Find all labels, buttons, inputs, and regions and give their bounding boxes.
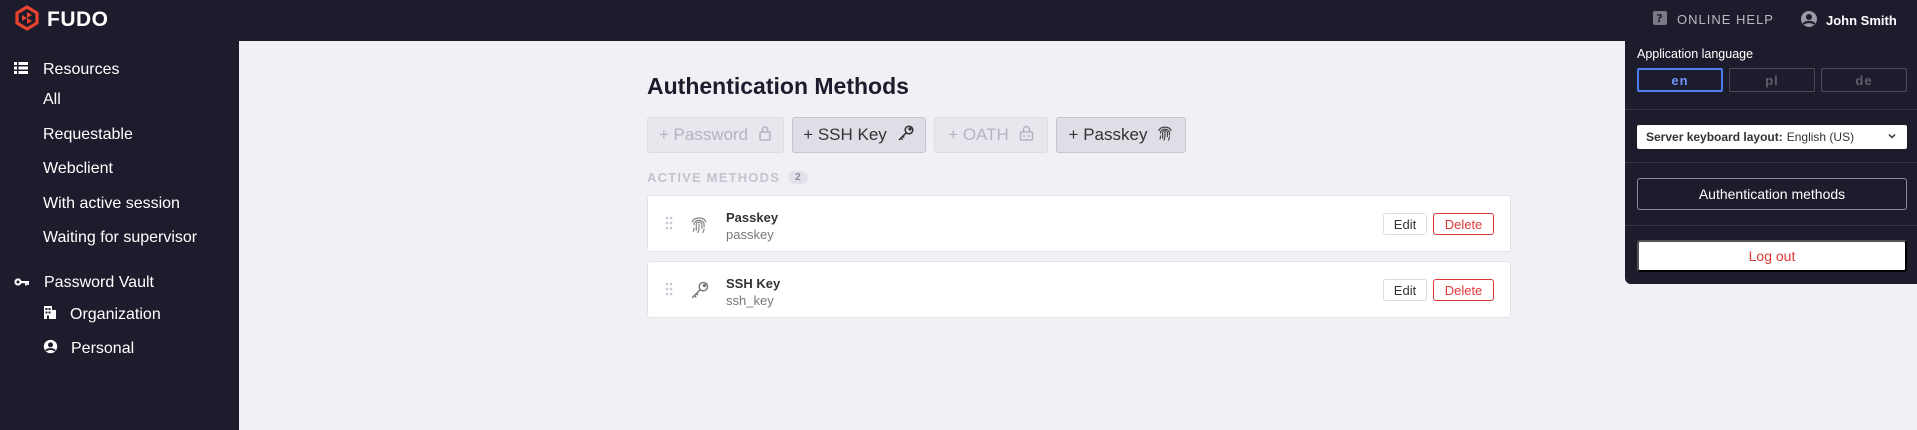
list-icon bbox=[14, 61, 28, 79]
delete-button[interactable]: Delete bbox=[1433, 279, 1494, 301]
keyboard-layout-value: English (US) bbox=[1786, 130, 1855, 144]
building-icon bbox=[43, 305, 57, 324]
key-icon bbox=[897, 124, 915, 147]
add-ssh-key-button[interactable]: + SSH Key bbox=[792, 117, 926, 153]
method-type: ssh_key bbox=[726, 293, 774, 308]
user-name: John Smith bbox=[1826, 13, 1897, 28]
method-type: passkey bbox=[726, 227, 774, 242]
method-row-ssh-key: SSH Key ssh_key Edit Delete bbox=[647, 261, 1511, 318]
svg-text:?: ? bbox=[1656, 12, 1663, 25]
fingerprint-icon bbox=[690, 214, 708, 239]
sidebar-item-requestable[interactable]: Requestable bbox=[43, 126, 133, 144]
method-row-passkey: Passkey passkey Edit Delete bbox=[647, 195, 1511, 252]
active-methods-label: ACTIVE METHODS bbox=[647, 170, 781, 185]
online-help-label: ONLINE HELP bbox=[1677, 12, 1774, 27]
keyboard-layout-label: Server keyboard layout: bbox=[1646, 130, 1783, 144]
add-password-button[interactable]: + Password bbox=[647, 117, 784, 153]
active-methods-heading: ACTIVE METHODS 2 bbox=[647, 170, 808, 185]
divider bbox=[1625, 225, 1917, 226]
sidebar-item-label: Organization bbox=[70, 305, 161, 323]
sidebar-item-organization[interactable]: Organization bbox=[43, 305, 161, 324]
user-dropdown-panel: Application language en pl de Server key… bbox=[1625, 41, 1917, 284]
method-name: SSH Key bbox=[726, 276, 781, 291]
divider bbox=[1625, 109, 1917, 110]
top-bar: FUDO ? ONLINE HELP John Smith bbox=[0, 0, 1917, 41]
sidebar-item-personal[interactable]: Personal bbox=[43, 339, 134, 359]
drag-handle-icon[interactable] bbox=[665, 216, 673, 235]
keyboard-layout-select[interactable]: Server keyboard layout: English (US) bbox=[1637, 125, 1907, 149]
user-circle-icon bbox=[43, 339, 58, 359]
sidebar-item-waiting-for-supervisor[interactable]: Waiting for supervisor bbox=[43, 229, 197, 247]
sidebar-item-webclient[interactable]: Webclient bbox=[43, 160, 113, 178]
sidebar-section-label: Password Vault bbox=[44, 274, 154, 291]
brand-name: FUDO bbox=[47, 8, 109, 31]
key-icon bbox=[14, 274, 29, 292]
sidebar-section-resources[interactable]: Resources bbox=[14, 61, 119, 79]
lock-icon bbox=[1019, 125, 1034, 146]
fingerprint-icon bbox=[1157, 124, 1173, 146]
add-oath-button[interactable]: + OATH bbox=[934, 117, 1048, 153]
application-language-label: Application language bbox=[1637, 47, 1754, 61]
divider bbox=[1625, 162, 1917, 163]
sidebar: Resources All Requestable Webclient With… bbox=[0, 41, 239, 430]
sidebar-section-label: Resources bbox=[43, 61, 120, 78]
add-passkey-label: + Passkey bbox=[1068, 125, 1148, 144]
sidebar-item-label: Personal bbox=[71, 340, 135, 357]
brand-logo[interactable]: FUDO bbox=[13, 4, 109, 37]
drag-handle-icon[interactable] bbox=[665, 282, 673, 301]
key-icon bbox=[690, 280, 710, 305]
page-title: Authentication Methods bbox=[647, 73, 909, 99]
logout-button[interactable]: Log out bbox=[1637, 240, 1907, 272]
user-menu[interactable]: John Smith bbox=[1800, 10, 1897, 31]
question-icon: ? bbox=[1652, 10, 1668, 29]
add-passkey-button[interactable]: + Passkey bbox=[1056, 117, 1186, 153]
edit-button[interactable]: Edit bbox=[1383, 213, 1427, 235]
sidebar-item-with-active-session[interactable]: With active session bbox=[43, 195, 180, 213]
lock-icon bbox=[758, 125, 772, 146]
sidebar-section-password-vault[interactable]: Password Vault bbox=[14, 274, 154, 292]
add-password-label: + Password bbox=[658, 125, 749, 144]
online-help-link[interactable]: ? ONLINE HELP bbox=[1652, 10, 1774, 29]
method-name: Passkey bbox=[726, 210, 779, 225]
edit-button[interactable]: Edit bbox=[1383, 279, 1427, 301]
language-option-en[interactable]: en bbox=[1637, 68, 1723, 92]
chevron-down-icon bbox=[1887, 130, 1897, 144]
language-option-pl[interactable]: pl bbox=[1729, 68, 1815, 92]
sidebar-item-all[interactable]: All bbox=[43, 91, 61, 109]
active-methods-count-badge: 2 bbox=[788, 171, 808, 184]
fudo-logo-icon bbox=[13, 4, 41, 37]
add-ssh-key-label: + SSH Key bbox=[803, 125, 887, 144]
user-circle-icon bbox=[1800, 10, 1818, 31]
language-option-de[interactable]: de bbox=[1821, 68, 1907, 92]
delete-button[interactable]: Delete bbox=[1433, 213, 1494, 235]
add-oath-label: + OATH bbox=[948, 125, 1009, 144]
authentication-methods-button[interactable]: Authentication methods bbox=[1637, 178, 1907, 210]
